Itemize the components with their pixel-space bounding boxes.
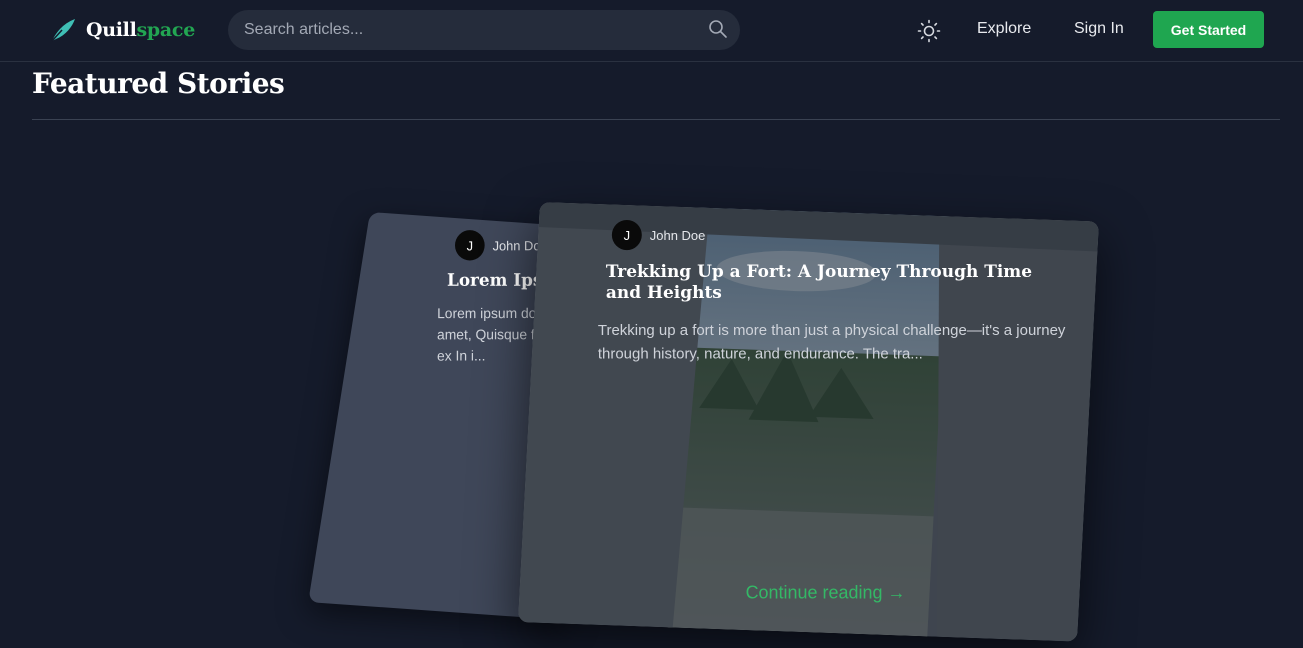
card-title: Trekking Up a Fort: A Journey Through Ti… xyxy=(605,262,1033,304)
section-title: Featured Stories xyxy=(32,67,285,100)
card-excerpt: Trekking up a fort is more than just a p… xyxy=(597,322,1066,362)
get-started-button[interactable]: Get Started xyxy=(1153,11,1264,48)
logo[interactable]: Quillspace xyxy=(48,15,195,45)
story-card-front[interactable]: J John Doe Trekking Up a Fort: A Journey… xyxy=(517,202,1099,642)
top-navbar: Quillspace Explore Sign In Get Started xyxy=(0,0,1303,62)
avatar: J xyxy=(611,220,642,251)
avatar: J xyxy=(454,230,485,261)
sun-icon[interactable] xyxy=(917,19,941,43)
search-icon[interactable] xyxy=(708,19,728,39)
nav-sign-in-link[interactable]: Sign In xyxy=(1074,20,1124,38)
author-name: John Doe xyxy=(649,227,706,243)
feather-icon xyxy=(51,19,75,42)
card-author: J John Doe xyxy=(611,220,706,251)
nav-explore-link[interactable]: Explore xyxy=(977,20,1031,38)
brand-name: Quillspace xyxy=(86,19,195,41)
card-author: J John Doe xyxy=(454,230,548,261)
continue-reading-link[interactable]: Continue reading → xyxy=(746,583,906,604)
search-bar xyxy=(228,10,740,50)
featured-carousel: J John Doe Lorem Ipsum Lorem ipsum dolor… xyxy=(0,120,1303,648)
search-input[interactable] xyxy=(228,10,740,50)
